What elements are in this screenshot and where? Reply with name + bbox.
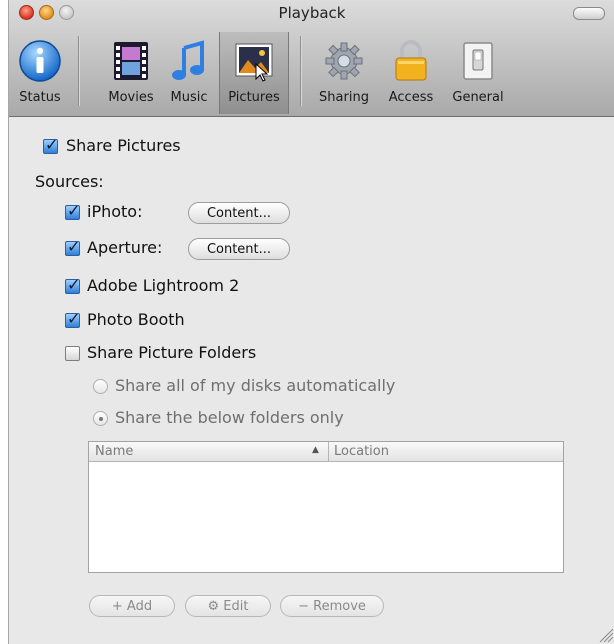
pictures-pane: Share Pictures Sources: iPhoto: Content.… [9,117,614,644]
column-header-name[interactable]: Name [95,444,133,459]
preferences-window: Playback Status Movies Music Pictures Sh… [8,0,614,644]
remove-folder-button[interactable]: − Remove [280,595,384,617]
iphoto-label: iPhoto: [87,202,143,221]
window-title: Playback [278,4,346,22]
music-note-icon [172,40,204,80]
sources-label: Sources: [35,172,104,191]
picture-icon [235,43,273,82]
column-header-location[interactable]: Location [334,444,389,459]
lightroom-label: Adobe Lightroom 2 [87,276,240,295]
aperture-checkbox[interactable] [65,237,80,256]
padlock-icon [395,40,427,81]
toolbar-label-general: General [452,90,504,105]
iphoto-checkbox[interactable] [65,201,80,220]
toolbar-label-movies: Movies [108,90,154,105]
toolbar-separator [78,36,79,106]
toolbar-label-access: Access [388,90,434,105]
aperture-label: Aperture: [87,238,163,257]
sort-ascending-icon: ▲ [312,445,319,455]
toolbar-item-sharing[interactable]: Sharing [309,32,379,114]
film-icon [114,42,148,80]
share-below-folders-radio[interactable] [93,411,108,426]
share-picture-folders-label: Share Picture Folders [87,343,257,362]
toolbar-item-pictures[interactable]: Pictures [219,32,289,114]
share-all-disks-radio[interactable] [93,379,108,394]
toolbar-label-status: Status [19,90,61,105]
info-icon [19,40,61,82]
toolbar-item-music[interactable]: Music [163,32,215,114]
toolbar-toggle-button[interactable] [573,7,605,20]
toolbar-label-sharing: Sharing [319,90,369,105]
add-folder-button[interactable]: + Add [89,595,175,617]
share-picture-folders-checkbox[interactable] [65,346,80,361]
folders-table[interactable]: Name ▲ Location [88,441,564,573]
resize-grip-icon[interactable] [598,627,614,643]
share-below-folders-label: Share the below folders only [115,408,344,427]
edit-folder-button[interactable]: ⚙ Edit [185,595,271,617]
folders-table-header: Name ▲ Location [89,442,563,462]
light-switch-icon [463,42,493,80]
toolbar-item-general[interactable]: General [445,32,511,114]
toolbar-item-status[interactable]: Status [9,32,71,114]
toolbar-label-music: Music [170,90,208,105]
aperture-content-button[interactable]: Content... [188,238,290,260]
toolbar: Playback Status Movies Music Pictures Sh… [9,0,614,117]
share-pictures-checkbox[interactable] [43,135,58,154]
photo-booth-checkbox[interactable] [65,309,80,328]
share-all-disks-label: Share all of my disks automatically [115,376,396,395]
toolbar-item-access[interactable]: Access [381,32,441,114]
toolbar-item-movies[interactable]: Movies [99,32,163,114]
share-pictures-label: Share Pictures [66,136,181,155]
lightroom-checkbox[interactable] [65,275,80,294]
photo-booth-label: Photo Booth [87,310,185,329]
toolbar-label-pictures: Pictures [228,90,280,105]
iphoto-content-button[interactable]: Content... [188,202,290,224]
column-divider [328,442,329,461]
gear-icon [325,42,363,80]
toolbar-separator [300,36,301,106]
